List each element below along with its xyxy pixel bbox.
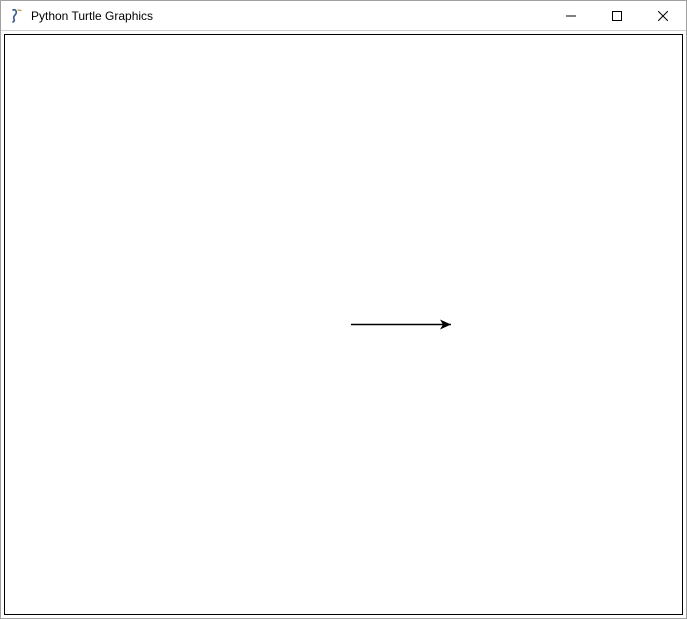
maximize-button[interactable] (594, 1, 640, 30)
client-area (4, 34, 683, 615)
titlebar[interactable]: Python Turtle Graphics (1, 1, 686, 31)
minimize-button[interactable] (548, 1, 594, 30)
close-button[interactable] (640, 1, 686, 30)
turtle-canvas (5, 35, 682, 614)
titlebar-controls (548, 1, 686, 30)
minimize-icon (566, 11, 576, 21)
app-window: Python Turtle Graphics (0, 0, 687, 619)
canvas-background (5, 35, 682, 614)
close-icon (658, 11, 668, 21)
maximize-icon (612, 11, 622, 21)
app-icon (9, 8, 25, 24)
window-title: Python Turtle Graphics (31, 9, 153, 23)
